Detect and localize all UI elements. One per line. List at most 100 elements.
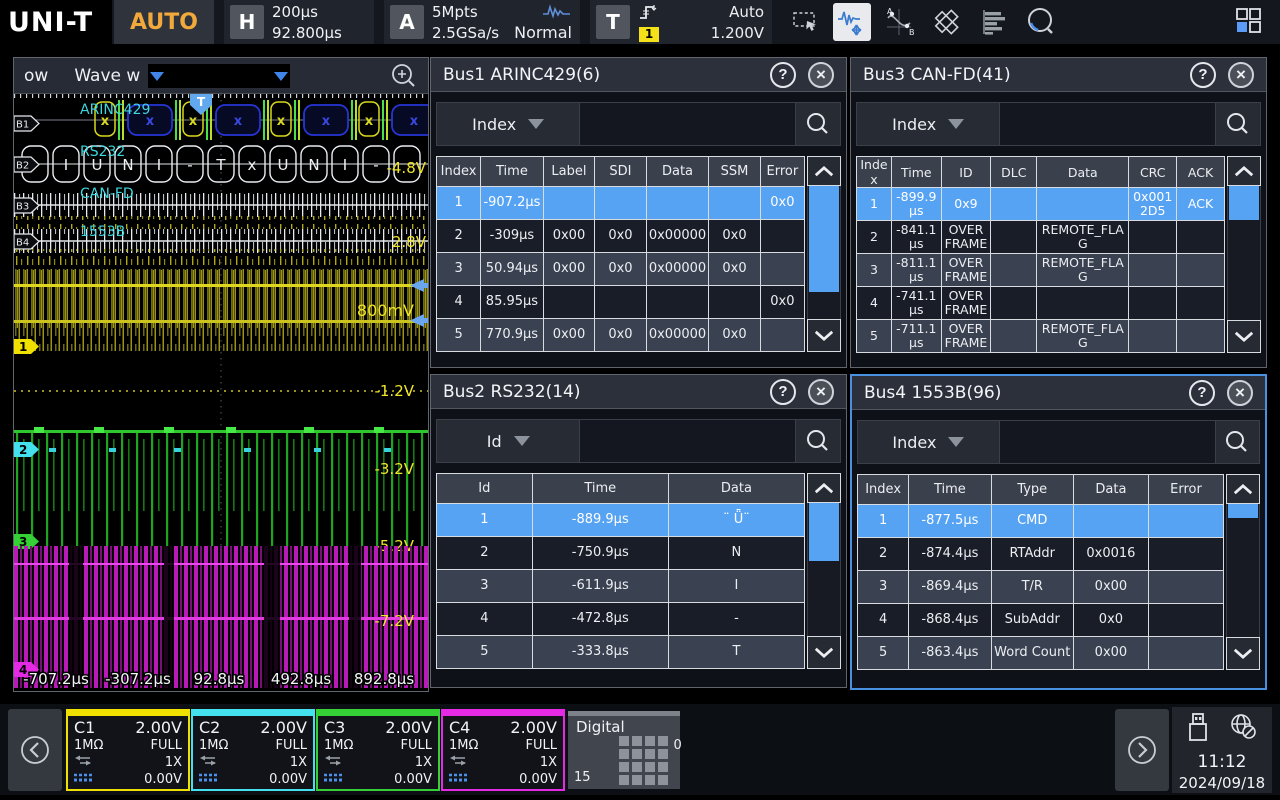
decode-symbol: x (189, 114, 198, 129)
help-icon[interactable]: ? (1189, 380, 1215, 406)
table-row[interactable]: 2-874.4µsRTAddr0x0016 (858, 538, 1224, 571)
horizontal-settings[interactable]: H 200µs 92.800µs (224, 0, 374, 44)
decode-symbol: x (234, 114, 243, 129)
select-region-icon[interactable] (786, 3, 824, 41)
column-header: Error (1148, 475, 1223, 505)
coupling-icon (74, 755, 92, 770)
close-icon[interactable]: × (1228, 62, 1254, 88)
scrollbar-track[interactable] (807, 503, 841, 636)
table-cell: -874.4µs (909, 538, 991, 571)
table-row[interactable]: 2-309µs0x000x00x000000x0 (437, 220, 805, 253)
channel2-tile[interactable]: C22.00V 1MΩFULL 1X 0.00V (191, 709, 315, 791)
help-icon[interactable]: ? (1190, 62, 1216, 88)
table-row[interactable]: 485.95µs0x0 (437, 286, 805, 319)
table-row[interactable]: 5-333.8µsT (437, 636, 805, 669)
channel-bandwidth: FULL (401, 738, 432, 753)
trigger-position-marker[interactable]: T (190, 94, 212, 115)
search-input[interactable] (579, 420, 796, 462)
table-row[interactable]: 2-841.1µsOVER FRAMEREMOTE_FLAG (857, 221, 1225, 254)
channel-impedance: 1MΩ (199, 738, 228, 753)
digital-bit-square (632, 762, 642, 772)
channel4-tile[interactable]: C42.00V 1MΩFULL 1X 0.00V (441, 709, 565, 791)
table-cell: -750.9µs (532, 537, 668, 570)
search-zoom-icon[interactable] (1021, 3, 1059, 41)
waveform-source-dropdown[interactable] (148, 64, 290, 88)
column-header: DLC (991, 157, 1037, 188)
table-row[interactable]: 4-472.8µs- (437, 603, 805, 636)
scrollbar-track[interactable] (1227, 186, 1261, 320)
table-row[interactable]: 350.94µs0x000x00x000000x0 (437, 253, 805, 286)
search-input[interactable] (999, 421, 1216, 463)
scroll-channels-left-button[interactable] (8, 709, 62, 791)
run-mode-button[interactable]: AUTO (114, 0, 214, 44)
waveform-move-icon[interactable] (833, 3, 871, 41)
scrollbar-thumb[interactable] (809, 186, 839, 292)
table-row[interactable]: 2-750.9µsN (437, 537, 805, 570)
scrollbar-thumb[interactable] (1229, 186, 1259, 220)
channel3-tile[interactable]: C32.00V 1MΩFULL 1X 0.00V (316, 709, 440, 791)
table-row[interactable]: 4-868.4µsSubAddr0x0 (858, 604, 1224, 637)
close-icon[interactable]: × (808, 379, 834, 405)
table-row[interactable]: 1-899.9µs0x90x0012D5ACK (857, 188, 1225, 221)
help-icon[interactable]: ? (770, 62, 796, 88)
filter-dropdown[interactable]: Index (858, 421, 999, 463)
scroll-up-button[interactable] (807, 473, 841, 503)
scroll-up-button[interactable] (1226, 474, 1260, 504)
table-row[interactable]: 4-741.1µsOVER FRAME (857, 287, 1225, 320)
scroll-down-button[interactable] (1226, 637, 1260, 670)
table-row[interactable]: 3-869.4µsT/R0x00 (858, 571, 1224, 604)
help-icon[interactable]: ? (770, 379, 796, 405)
trigger-level-value: 1.200V (711, 24, 764, 42)
channel-offset: 0.00V (519, 772, 557, 787)
scrollbar-thumb[interactable] (1228, 504, 1258, 518)
trigger-settings[interactable]: T 1 Auto 1.200V (590, 0, 772, 44)
scrollbar-thumb[interactable] (809, 503, 839, 561)
search-input[interactable] (999, 103, 1216, 145)
scroll-up-button[interactable] (807, 156, 841, 186)
filter-dropdown[interactable]: Id (437, 420, 579, 462)
voltage-label: -7.2V (374, 612, 414, 630)
table-cell: 3 (858, 571, 909, 604)
scroll-down-button[interactable] (807, 319, 841, 352)
zoom-plus-icon[interactable] (390, 62, 418, 90)
scroll-up-button[interactable] (1227, 156, 1261, 186)
table-row[interactable]: 5770.9µs0x000x00x000000x0 (437, 319, 805, 352)
svg-text:B: B (909, 28, 915, 37)
window-layout-icon[interactable] (1226, 3, 1270, 41)
table-cell (1148, 571, 1223, 604)
cursor-ab-icon[interactable]: AB (880, 3, 918, 41)
scrollbar-track[interactable] (807, 186, 841, 319)
bus2-label: RS232 (80, 144, 125, 160)
table-row[interactable]: 3-811.1µsOVER FRAMEREMOTE_FLAG (857, 254, 1225, 287)
search-icon[interactable] (796, 420, 840, 462)
close-icon[interactable]: × (1227, 380, 1253, 406)
search-icon[interactable] (796, 103, 840, 145)
search-input[interactable] (579, 103, 796, 145)
xy-mode-icon[interactable] (927, 3, 965, 41)
table-row[interactable]: 5-711.1µsOVER FRAMEREMOTE_FLAG (857, 320, 1225, 353)
table-cell: 1 (857, 188, 892, 221)
table-row[interactable]: 5-863.4µsWord Count0x00 (858, 637, 1224, 670)
horizontal-letter: H (230, 5, 264, 39)
histogram-icon[interactable] (974, 3, 1012, 41)
scroll-down-button[interactable] (807, 636, 841, 669)
bus1-marker[interactable]: B1 (14, 116, 39, 131)
search-icon[interactable] (1216, 103, 1260, 145)
search-icon[interactable] (1216, 421, 1259, 463)
digital-channels-tile[interactable]: Digital 15 0 (568, 711, 680, 789)
table-row[interactable]: 3-611.9µsI (437, 570, 805, 603)
waveform-display[interactable]: xxxxxxxx ARINC429 B1 T -IUNI-TxUNI- RS23… (14, 94, 428, 691)
channel1-tile[interactable]: C12.00V 1MΩFULL 1X 0.00V (66, 709, 190, 791)
filter-dropdown[interactable]: Index (857, 103, 999, 145)
close-icon[interactable]: × (808, 62, 834, 88)
scroll-down-button[interactable] (1227, 320, 1261, 353)
table-row[interactable]: 1-889.9µs¨ Ǖ¨ (437, 504, 805, 537)
scrollbar-track[interactable] (1226, 504, 1260, 637)
acquire-settings[interactable]: A 5Mpts 2.5GSa/s Normal (384, 0, 580, 44)
decode-symbol: x (322, 114, 331, 129)
table-row[interactable]: 1-877.5µsCMD (858, 505, 1224, 538)
table-cell: 0x00 (1073, 571, 1148, 604)
table-row[interactable]: 1-907.2µs0x0 (437, 187, 805, 220)
filter-dropdown[interactable]: Index (437, 103, 579, 145)
scroll-channels-right-button[interactable] (1115, 709, 1169, 791)
